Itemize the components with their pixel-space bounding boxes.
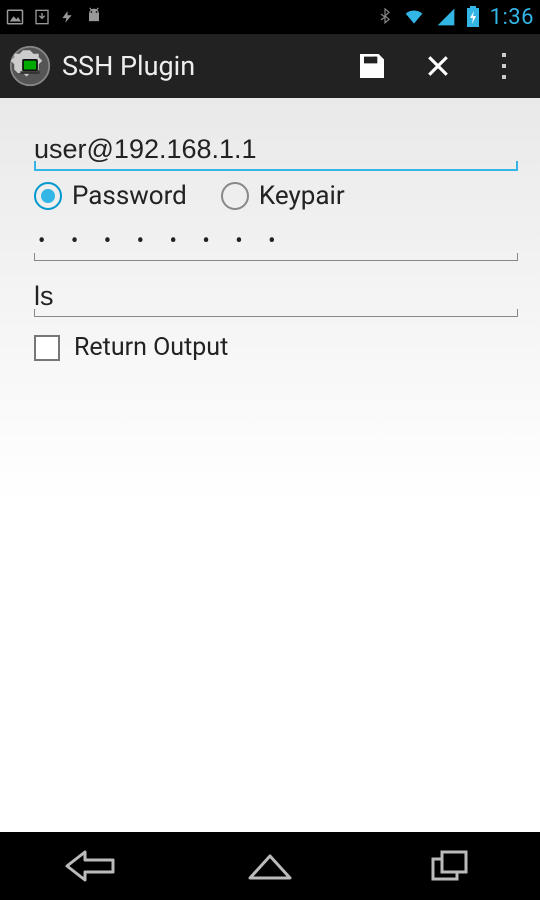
keypair-radio[interactable] bbox=[221, 182, 249, 210]
wifi-icon bbox=[402, 7, 426, 27]
home-button[interactable] bbox=[210, 841, 330, 891]
app-icon bbox=[8, 44, 52, 88]
download-icon bbox=[34, 8, 50, 26]
action-bar: SSH Plugin bbox=[0, 34, 540, 98]
command-input[interactable] bbox=[34, 275, 518, 316]
password-radio-label: Password bbox=[72, 181, 187, 211]
connection-input[interactable] bbox=[34, 128, 518, 169]
android-icon bbox=[84, 7, 104, 27]
battery-icon bbox=[466, 6, 480, 28]
app-title: SSH Plugin bbox=[62, 50, 334, 82]
navigation-bar bbox=[0, 832, 540, 900]
picture-icon bbox=[6, 8, 24, 26]
auth-radio-group: Password Keypair bbox=[34, 171, 518, 219]
close-button[interactable] bbox=[410, 38, 466, 94]
command-field-wrapper bbox=[34, 275, 518, 317]
connection-field-wrapper bbox=[34, 128, 518, 171]
signal-icon bbox=[436, 7, 456, 27]
status-bar: 1:36 bbox=[0, 0, 540, 34]
return-output-label: Return Output bbox=[74, 333, 228, 362]
return-output-row: Return Output bbox=[34, 317, 518, 378]
save-button[interactable] bbox=[344, 38, 400, 94]
recent-apps-button[interactable] bbox=[390, 841, 510, 891]
password-input[interactable]: • • • • • • • • bbox=[34, 219, 518, 260]
password-field-wrapper: • • • • • • • • bbox=[34, 219, 518, 261]
keypair-radio-label: Keypair bbox=[259, 181, 345, 211]
back-button[interactable] bbox=[30, 841, 150, 891]
clock-text: 1:36 bbox=[490, 5, 534, 30]
bluetooth-icon bbox=[378, 6, 392, 28]
overflow-menu-button[interactable] bbox=[476, 38, 532, 94]
password-radio[interactable] bbox=[34, 182, 62, 210]
lightning-icon bbox=[60, 7, 74, 27]
form-content: Password Keypair • • • • • • • • Return … bbox=[0, 98, 540, 832]
return-output-checkbox[interactable] bbox=[34, 335, 60, 361]
